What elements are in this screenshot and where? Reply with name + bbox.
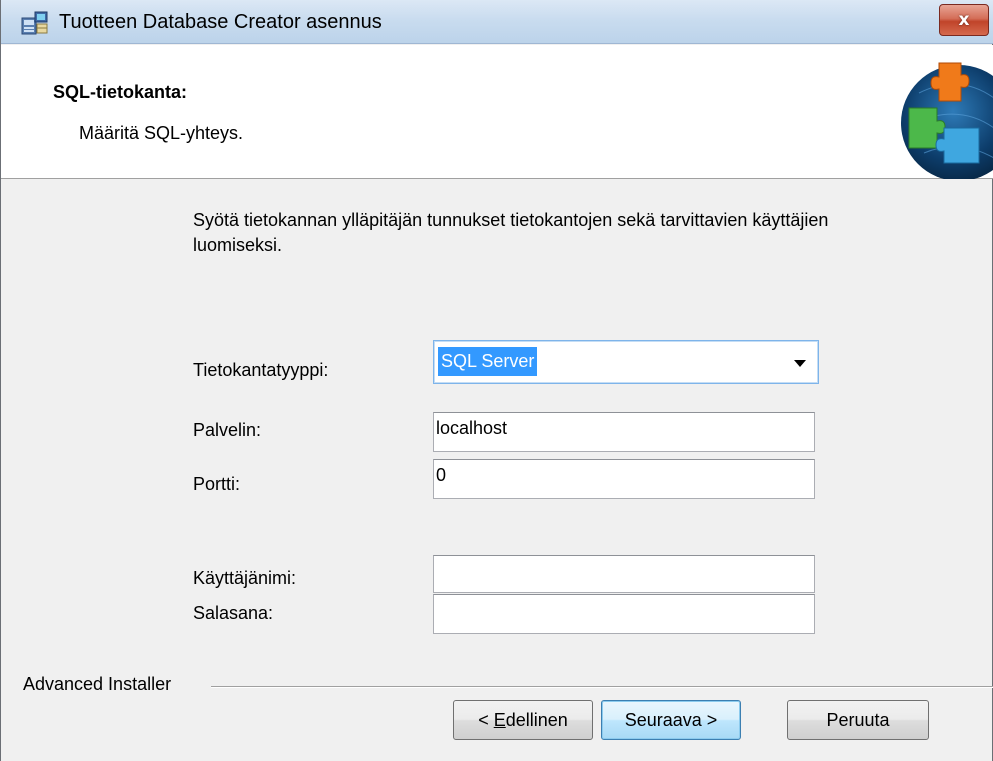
db-type-selected-value: SQL Server [438, 347, 538, 376]
port-input[interactable]: 0 [433, 459, 815, 499]
port-label: Portti: [193, 474, 241, 494]
password-label: Salasana: [193, 603, 274, 623]
close-icon: x [958, 10, 970, 30]
back-button[interactable]: < Edellinen [453, 700, 593, 740]
title-bar[interactable]: Tuotteen Database Creator asennus x [1, 0, 993, 44]
puzzle-arrow-logo-icon [899, 53, 993, 179]
next-button[interactable]: Seuraava > [601, 700, 741, 740]
db-type-label: Tietokantatyyppi: [193, 360, 329, 380]
installer-computer-icon [21, 10, 49, 36]
cancel-button[interactable]: Peruuta [787, 700, 929, 740]
installer-window: Tuotteen Database Creator asennus x SQL-… [0, 0, 993, 761]
db-type-select[interactable]: SQL Server [433, 340, 819, 384]
username-label: Käyttäjänimi: [193, 568, 297, 588]
password-input[interactable] [433, 594, 815, 634]
server-input[interactable]: localhost [433, 412, 815, 452]
footer-divider [211, 686, 993, 688]
chevron-down-icon[interactable] [794, 360, 806, 367]
intro-text: Syötä tietokannan ylläpitäjän tunnukset … [193, 210, 829, 255]
header-banner: SQL-tietokanta: Määritä SQL-yhteys. [1, 45, 993, 179]
back-button-accel: E [493, 709, 506, 730]
server-label: Palvelin: [193, 420, 262, 440]
next-button-label: Seuraava > [624, 709, 718, 730]
back-button-label: dellinen [505, 709, 568, 730]
back-button-prefix: < [478, 709, 494, 730]
window-title: Tuotteen Database Creator asennus [59, 11, 382, 33]
page-title: SQL-tietokanta: [53, 82, 188, 102]
close-button[interactable]: x [939, 4, 989, 36]
brand-label: Advanced Installer [23, 674, 172, 694]
username-input[interactable] [433, 555, 815, 593]
cancel-button-label: Peruuta [826, 709, 890, 730]
page-subtitle: Määritä SQL-yhteys. [79, 123, 244, 143]
